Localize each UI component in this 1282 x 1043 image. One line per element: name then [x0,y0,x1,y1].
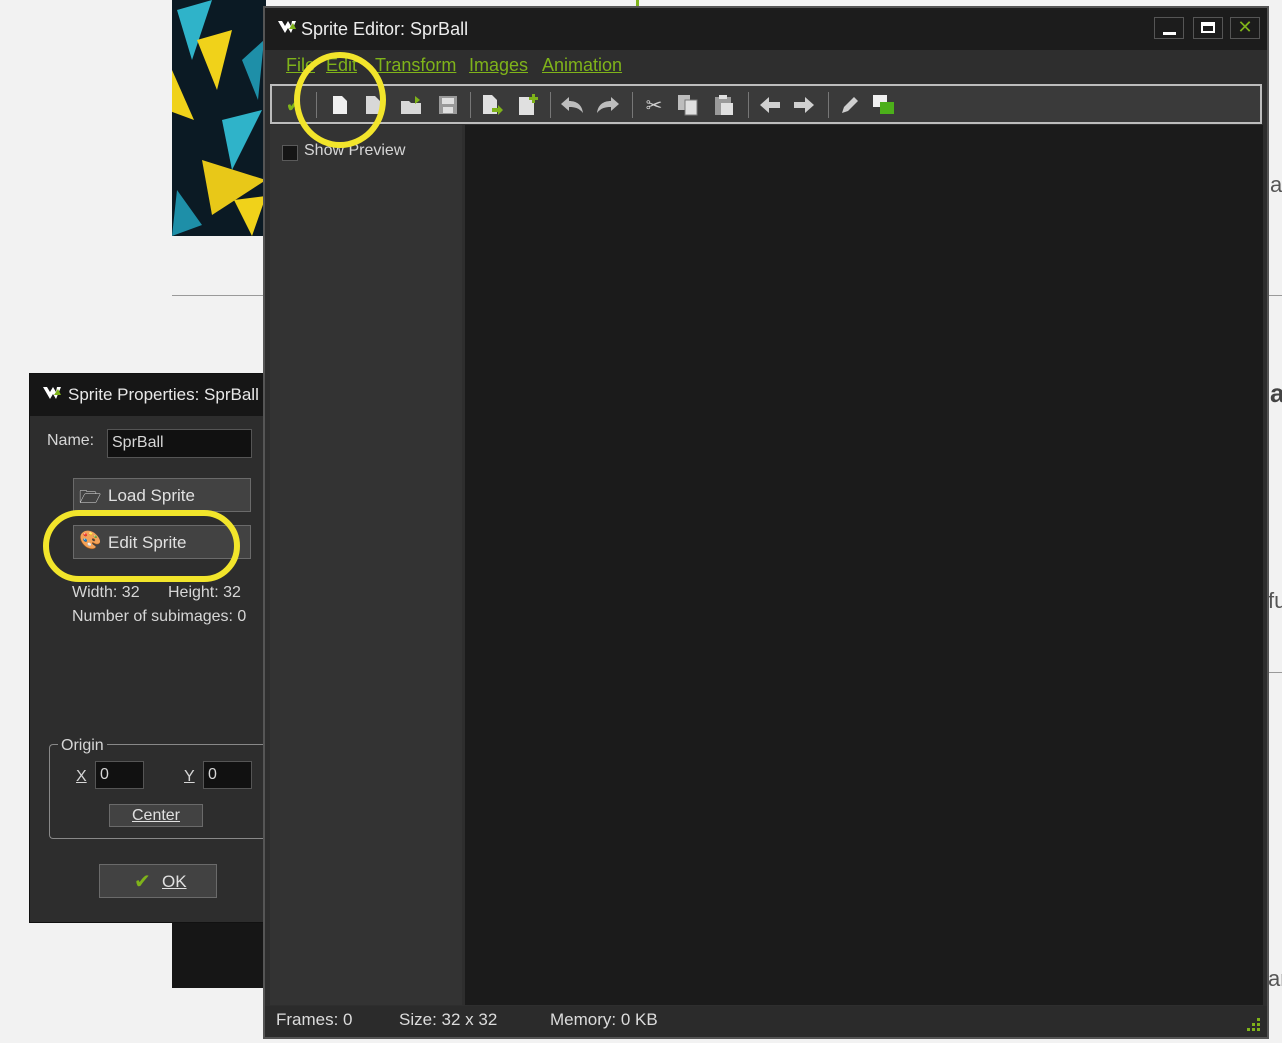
center-label: Center [131,807,181,824]
y-label: Y [184,768,195,785]
confirm-check-icon[interactable]: ✔ [280,91,308,119]
background-divider [1268,295,1282,296]
minimize-icon [1163,32,1176,35]
folder-open-icon: 🗁 [79,487,102,507]
maximize-button[interactable] [1193,17,1223,39]
menu-transform[interactable]: Transform [375,55,456,76]
load-sprite-label: Load Sprite [108,486,195,505]
copy-icon[interactable] [674,91,702,119]
toolbar-separator [550,92,551,118]
subimages-text: Number of subimages: 0 [72,608,247,625]
background-hero-image [172,0,266,236]
background-text-fragment: fu [1268,588,1282,613]
maximize-icon [1201,22,1215,33]
width-text: Width: 32 [72,584,140,601]
height-text: Height: 32 [168,584,241,601]
background-divider [1268,672,1282,673]
background-text-fragment: ar [1268,966,1282,991]
palette-icon: 🎨 [79,530,102,550]
status-frames: Frames: 0 [276,1010,353,1029]
shard-artwork [172,0,266,236]
background-text-fragment: a [1270,172,1282,197]
menu-file[interactable]: File [286,55,315,76]
undo-icon[interactable] [558,91,586,119]
status-bar: Frames: 0 Size: 32 x 32 Memory: 0 KB [265,1006,1267,1037]
name-field[interactable]: SprBall [107,429,252,458]
close-button[interactable]: ✕ [1230,17,1260,39]
ok-label: OK [162,872,187,891]
toolbar-separator [316,92,317,118]
toolbar-separator [828,92,829,118]
toolbar-separator [632,92,633,118]
origin-label: Origin [58,737,107,755]
origin-y-field[interactable]: 0 [203,761,252,789]
add-blank-icon[interactable] [514,91,542,119]
new-sprite-icon[interactable] [326,91,354,119]
menu-images[interactable]: Images [469,55,528,76]
toolbar-separator [470,92,471,118]
center-button[interactable]: Center [109,804,203,827]
properties-title-bar[interactable]: Sprite Properties: SprBall [30,374,270,416]
name-label: Name: [47,432,95,449]
background-divider [172,295,264,296]
preview-side-panel: Show Preview [270,125,462,1005]
origin-x-field[interactable]: 0 [95,761,144,789]
minimize-button[interactable] [1154,17,1184,39]
show-preview-label: Show Preview [304,142,406,159]
editor-title: Sprite Editor: SprBall [301,19,469,39]
properties-title: Sprite Properties: SprBall [68,385,259,404]
editor-title-bar[interactable]: Sprite Editor: SprBall ✕ [265,8,1267,50]
shift-right-icon[interactable] [790,91,818,119]
load-sprite-button[interactable]: 🗁 Load Sprite [73,478,251,512]
x-label: X [76,768,87,785]
editor-toolbar: ✔ ✂ [270,84,1262,124]
show-preview-checkbox[interactable] [282,145,298,161]
create-from-file-icon[interactable] [358,91,386,119]
status-size: Size: 32 x 32 [399,1010,498,1029]
checkmark-icon: ✔ [134,871,151,893]
ok-button[interactable]: ✔ OK [99,864,217,898]
background-text-fragment: a [1270,378,1282,408]
toolbar-separator [748,92,749,118]
open-file-icon[interactable] [398,91,426,119]
menu-edit[interactable]: Edit [326,55,357,76]
cut-icon[interactable]: ✂ [640,91,668,119]
gamemaker-logo-icon [278,21,296,33]
status-memory: Memory: 0 KB [550,1010,658,1029]
close-icon: ✕ [1237,17,1253,37]
sprite-editor-window: Sprite Editor: SprBall ✕ File Edit Trans… [263,6,1269,1039]
resize-grip-icon[interactable] [1247,1018,1261,1032]
add-from-file-icon[interactable] [478,91,506,119]
gamemaker-logo-icon [43,387,61,399]
frames-area[interactable] [465,125,1263,1005]
paste-icon[interactable] [710,91,738,119]
sprite-properties-window: Sprite Properties: SprBall Name: SprBall… [29,373,271,923]
edit-image-icon[interactable] [836,91,864,119]
edit-sprite-button[interactable]: 🎨 Edit Sprite [73,525,251,559]
background-image-bottom [172,920,266,988]
redo-icon[interactable] [594,91,622,119]
colors-icon[interactable] [870,91,898,119]
save-icon[interactable] [434,91,462,119]
edit-sprite-label: Edit Sprite [108,533,187,552]
shift-left-icon[interactable] [756,91,784,119]
menu-animation[interactable]: Animation [542,55,622,76]
